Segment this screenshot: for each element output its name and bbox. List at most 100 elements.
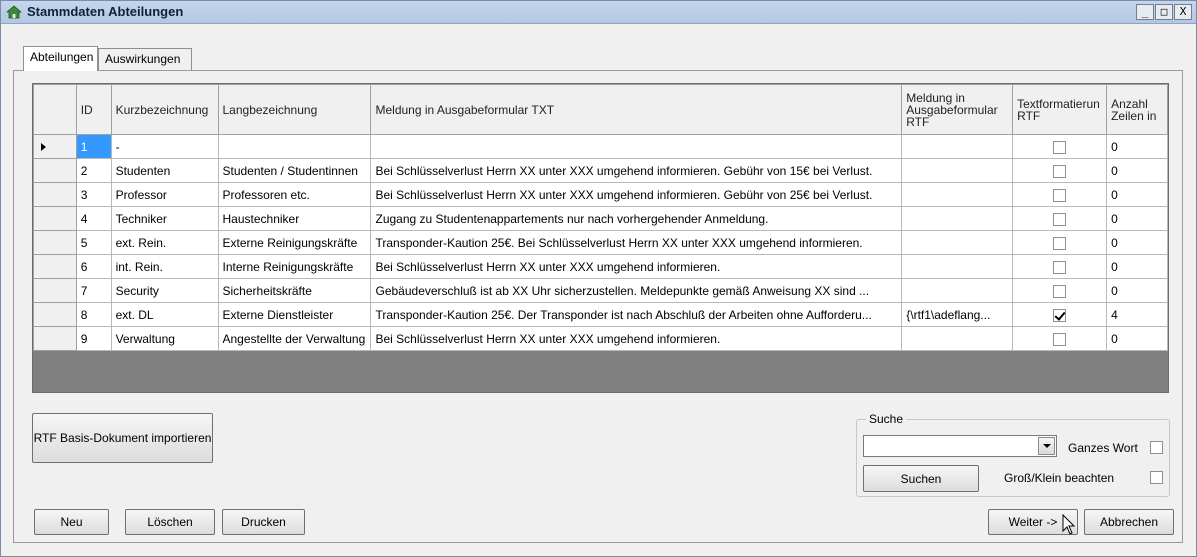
cell-anzahl-zeilen[interactable]: 4	[1106, 302, 1168, 327]
column-header-langbezeichnung[interactable]: Langbezeichnung	[217, 84, 372, 135]
cell-langbezeichnung[interactable]: Sicherheitskräfte	[217, 278, 372, 303]
cell-meldung-rtf[interactable]	[901, 326, 1014, 351]
tab-auswirkungen[interactable]: Auswirkungen	[98, 48, 192, 70]
cell-langbezeichnung[interactable]: Studenten / Studentinnen	[217, 158, 372, 183]
cell-langbezeichnung[interactable]: Externe Reinigungskräfte	[217, 230, 372, 255]
table-row[interactable]: 7 Security Sicherheitskräfte Gebäudeverschl…	[33, 278, 1168, 303]
cell-meldung-txt[interactable]: Transponder-Kaution 25€. Der Transponder…	[370, 302, 903, 327]
cell-id[interactable]: 6	[75, 254, 112, 279]
dropdown-arrow-icon[interactable]	[1038, 437, 1055, 455]
cell-id[interactable]: 1	[75, 134, 112, 159]
cell-anzahl-zeilen[interactable]: 0	[1106, 254, 1168, 279]
row-header-cell[interactable]	[33, 254, 77, 279]
textformatierung-checkbox[interactable]	[1053, 260, 1067, 274]
cell-meldung-txt[interactable]: Bei Schlüsselverlust Herrn XX unter XXX …	[370, 158, 903, 183]
loeschen-button[interactable]: Löschen	[125, 509, 215, 535]
minimize-button[interactable]: _	[1136, 4, 1154, 20]
cell-meldung-rtf[interactable]	[901, 182, 1014, 207]
cell-anzahl-zeilen[interactable]: 0	[1106, 206, 1168, 231]
textformatierung-checkbox[interactable]	[1053, 164, 1067, 178]
row-header-cell[interactable]	[33, 158, 77, 183]
textformatierung-checkbox[interactable]	[1053, 236, 1067, 250]
cell-meldung-rtf[interactable]	[901, 158, 1014, 183]
title-bar[interactable]: Stammdaten Abteilungen _ □ X	[1, 1, 1196, 24]
cell-textformatierung[interactable]	[1012, 302, 1108, 327]
cell-kurzbezeichnung[interactable]: int. Rein.	[110, 254, 219, 279]
cell-id[interactable]: 3	[75, 182, 112, 207]
cell-langbezeichnung[interactable]: Haustechniker	[217, 206, 372, 231]
cell-meldung-txt[interactable]: Bei Schlüsselverlust Herrn XX unter XXX …	[370, 254, 903, 279]
column-header-anzahl-zeilen[interactable]: Anzahl Zeilen in	[1106, 84, 1168, 135]
table-row[interactable]: 3 Professor Professoren etc. Bei Schlüsselv…	[33, 182, 1168, 207]
cell-id[interactable]: 2	[75, 158, 112, 183]
table-row[interactable]: 1- 0	[33, 134, 1168, 159]
column-header-id[interactable]: ID	[75, 84, 112, 135]
drucken-button[interactable]: Drucken	[222, 509, 305, 535]
cell-id[interactable]: 8	[75, 302, 112, 327]
cell-meldung-rtf[interactable]: {\rtf1\adeflang...	[901, 302, 1014, 327]
cell-langbezeichnung[interactable]: Interne Reinigungskräfte	[217, 254, 372, 279]
cell-kurzbezeichnung[interactable]: Professor	[110, 182, 219, 207]
cell-id[interactable]: 7	[75, 278, 112, 303]
cell-langbezeichnung[interactable]: Angestellte der Verwaltung	[217, 326, 372, 351]
row-header-cell[interactable]	[33, 206, 77, 231]
cell-anzahl-zeilen[interactable]: 0	[1106, 230, 1168, 255]
cell-id[interactable]: 5	[75, 230, 112, 255]
close-button[interactable]: X	[1174, 4, 1192, 20]
cell-anzahl-zeilen[interactable]: 0	[1106, 278, 1168, 303]
cell-textformatierung[interactable]	[1012, 326, 1108, 351]
cell-meldung-rtf[interactable]	[901, 134, 1014, 159]
table-row[interactable]: 8 ext. DL Externe Dienstleister Transponder…	[33, 302, 1168, 327]
cell-langbezeichnung[interactable]: Professoren etc.	[217, 182, 372, 207]
textformatierung-checkbox[interactable]	[1053, 140, 1067, 154]
suchen-button[interactable]: Suchen	[863, 465, 979, 492]
row-header-cell[interactable]	[33, 230, 77, 255]
cell-meldung-rtf[interactable]	[901, 254, 1014, 279]
rtf-import-button[interactable]: RTF Basis-Dokument importieren	[32, 413, 213, 463]
cell-meldung-txt[interactable]: Bei Schlüsselverlust Herrn XX unter XXX …	[370, 182, 903, 207]
textformatierung-checkbox[interactable]	[1053, 332, 1067, 346]
row-header-cell[interactable]	[33, 326, 77, 351]
tab-abteilungen[interactable]: Abteilungen	[23, 46, 98, 71]
cell-meldung-rtf[interactable]	[901, 230, 1014, 255]
gross-klein-checkbox[interactable]	[1150, 471, 1163, 484]
cell-anzahl-zeilen[interactable]: 0	[1106, 182, 1168, 207]
cell-kurzbezeichnung[interactable]: Techniker	[110, 206, 219, 231]
row-header-cell[interactable]	[33, 182, 77, 207]
table-row[interactable]: 6 int. Rein. Interne Reinigungskräfte Bei S…	[33, 254, 1168, 279]
textformatierung-checkbox[interactable]	[1053, 188, 1067, 202]
cell-langbezeichnung[interactable]	[217, 134, 372, 159]
column-header-meldung-txt[interactable]: Meldung in Ausgabeformular TXT	[370, 84, 903, 135]
cell-kurzbezeichnung[interactable]: ext. DL	[110, 302, 219, 327]
cell-kurzbezeichnung[interactable]: -	[110, 134, 219, 159]
cell-anzahl-zeilen[interactable]: 0	[1106, 134, 1168, 159]
cell-langbezeichnung[interactable]: Externe Dienstleister	[217, 302, 372, 327]
cell-meldung-txt[interactable]	[370, 134, 903, 159]
neu-button[interactable]: Neu	[34, 509, 109, 535]
textformatierung-checkbox[interactable]	[1053, 284, 1067, 298]
table-row[interactable]: 5 ext. Rein. Externe Reinigungskräfte Trans…	[33, 230, 1168, 255]
cell-kurzbezeichnung[interactable]: ext. Rein.	[110, 230, 219, 255]
maximize-button[interactable]: □	[1155, 4, 1173, 20]
cell-textformatierung[interactable]	[1012, 158, 1108, 183]
cell-meldung-txt[interactable]: Zugang zu Studentenappartements nur nach…	[370, 206, 903, 231]
cell-textformatierung[interactable]	[1012, 134, 1108, 159]
column-header-kurzbezeichnung[interactable]: Kurzbezeichnung	[110, 84, 219, 135]
row-header-cell[interactable]	[33, 302, 77, 327]
cell-kurzbezeichnung[interactable]: Security	[110, 278, 219, 303]
ganzes-wort-checkbox[interactable]	[1150, 441, 1163, 454]
cell-textformatierung[interactable]	[1012, 278, 1108, 303]
table-row[interactable]: 9 Verwaltung Angestellte der Verwaltung Bei…	[33, 326, 1168, 351]
row-header-cell[interactable]	[33, 278, 77, 303]
row-header-cell[interactable]	[33, 134, 77, 159]
abbrechen-button[interactable]: Abbrechen	[1084, 509, 1174, 535]
search-combobox[interactable]	[863, 435, 1057, 457]
cell-textformatierung[interactable]	[1012, 230, 1108, 255]
cell-anzahl-zeilen[interactable]: 0	[1106, 158, 1168, 183]
cell-meldung-txt[interactable]: Gebäudeverschluß ist ab XX Uhr sicherzus…	[370, 278, 903, 303]
cell-meldung-rtf[interactable]	[901, 206, 1014, 231]
table-row[interactable]: 2 Studenten Studenten / Studentinnen Bei Sc…	[33, 158, 1168, 183]
cell-meldung-txt[interactable]: Transponder-Kaution 25€. Bei Schlüsselve…	[370, 230, 903, 255]
cell-textformatierung[interactable]	[1012, 254, 1108, 279]
column-header-meldung-rtf[interactable]: Meldung in Ausgabeformular RTF	[901, 84, 1014, 135]
